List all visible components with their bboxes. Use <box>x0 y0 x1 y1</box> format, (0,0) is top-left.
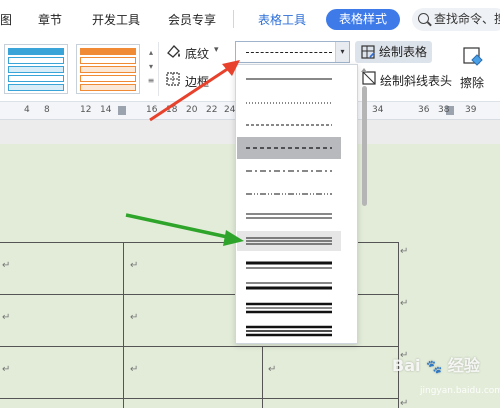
search-box[interactable]: 查找命令、搜 <box>412 8 500 31</box>
line-option-thin-thick[interactable] <box>238 277 340 295</box>
shading-icon <box>167 45 180 58</box>
line-option-dotted-fine[interactable] <box>238 94 340 112</box>
ruler-number: 34 <box>372 105 384 115</box>
border-button[interactable]: 边框 <box>185 73 209 90</box>
ruler-number: 12 <box>80 105 92 115</box>
line-style-options <box>238 70 340 340</box>
gallery-row <box>80 57 136 64</box>
ruler-number: 16 <box>146 105 158 115</box>
paragraph-mark: ↵ <box>130 312 139 323</box>
tab-partial[interactable]: 图 <box>0 11 12 28</box>
ribbon-separator <box>158 42 159 96</box>
scroll-thumb[interactable] <box>362 86 367 206</box>
table-border <box>262 346 263 408</box>
gallery-row <box>80 66 136 73</box>
table-style-orange[interactable] <box>76 44 140 94</box>
paragraph-mark: ↵ <box>2 364 11 375</box>
watermark-url: jingyan.baidu.com <box>420 386 500 396</box>
watermark-brand: Bai <box>392 356 421 375</box>
gallery-row <box>8 66 64 73</box>
paragraph-mark: ↵ <box>2 312 11 323</box>
search-icon <box>418 13 429 24</box>
line-option-triple-thick[interactable] <box>238 322 340 340</box>
line-style-dropdown <box>235 64 358 344</box>
gallery-row <box>8 75 64 82</box>
line-option-double[interactable] <box>238 207 340 225</box>
table-border <box>0 398 398 399</box>
menu-bar: 图 章节 开发工具 会员专享 表格工具 表格样式 查找命令、搜 <box>0 0 500 38</box>
tab-chapter[interactable]: 章节 <box>38 11 62 28</box>
scroll-up-icon[interactable] <box>361 68 367 72</box>
paragraph-mark: ↵ <box>130 260 139 271</box>
line-option-hitbox <box>238 256 340 274</box>
line-option-dashed-fine[interactable] <box>238 116 340 134</box>
tab-table-style[interactable]: 表格样式 <box>326 9 400 30</box>
gallery-row <box>8 57 64 64</box>
line-option-dash-dot[interactable] <box>238 162 340 180</box>
line-option-dash-dot-dot[interactable] <box>238 185 340 203</box>
paragraph-mark: ↵ <box>400 398 409 408</box>
menu-separator <box>233 10 234 28</box>
ruler-number: 38 <box>438 105 450 115</box>
draw-table-button[interactable]: 绘制表格 <box>355 41 432 63</box>
paragraph-mark: ↵ <box>400 246 409 257</box>
gallery-row <box>80 84 136 91</box>
shading-dropdown-arrow[interactable]: ▾ <box>214 45 219 55</box>
watermark: Bai 🐾 经验 <box>392 352 480 376</box>
line-option-thick-thin-thick[interactable] <box>238 299 340 317</box>
line-style-current <box>246 52 332 53</box>
ruler-number: 14 <box>100 105 112 115</box>
ruler-number: 20 <box>186 105 198 115</box>
ruler-number: 4 <box>24 105 30 115</box>
chevron-down-icon[interactable]: ▾ <box>335 42 349 62</box>
paragraph-mark: ↵ <box>268 364 277 375</box>
table-border <box>0 346 398 347</box>
gallery-row <box>8 84 64 91</box>
watermark-suffix: 经验 <box>447 356 480 375</box>
paragraph-mark: ↵ <box>400 298 409 309</box>
eraser-icon <box>463 47 483 66</box>
dropdown-scrollbar[interactable] <box>360 64 368 344</box>
line-style-select[interactable]: ▾ <box>235 41 350 63</box>
line-option-hitbox <box>238 207 340 225</box>
search-text: 查找命令、搜 <box>434 12 500 26</box>
ruler-number: 24 <box>224 105 236 115</box>
ruler-number: 36 <box>418 105 430 115</box>
table-style-blue[interactable] <box>4 44 68 94</box>
gallery-row <box>80 75 136 82</box>
line-option-hitbox <box>238 277 340 295</box>
table-border <box>123 242 124 408</box>
paragraph-mark: ↵ <box>130 364 139 375</box>
paw-icon: 🐾 <box>426 360 443 375</box>
gallery-scroll-control[interactable]: ▴ ▾ ≡ <box>146 46 156 92</box>
tab-member-exclusive[interactable]: 会员专享 <box>168 11 216 28</box>
ruler-column-marker[interactable] <box>118 106 126 115</box>
ruler-number: 8 <box>44 105 50 115</box>
ruler-number: 39 <box>465 105 477 115</box>
line-option-dashed-medium[interactable] <box>238 139 340 157</box>
table-border <box>398 242 399 408</box>
draw-table-label: 绘制表格 <box>379 45 428 59</box>
draw-table-icon <box>361 45 375 59</box>
ruler-number: 18 <box>166 105 178 115</box>
erase-button[interactable]: 擦除 <box>460 74 484 91</box>
border-icon <box>166 72 180 86</box>
line-option-triple-thin[interactable] <box>238 232 340 250</box>
paragraph-mark: ↵ <box>2 260 11 271</box>
ruler-number: 22 <box>206 105 218 115</box>
tab-table-tools[interactable]: 表格工具 <box>258 11 306 28</box>
draw-diagonal-button[interactable]: 绘制斜线表头 <box>380 72 452 89</box>
line-option-thick-thin[interactable] <box>238 256 340 274</box>
line-option-solid-thin[interactable] <box>238 70 340 88</box>
gallery-row <box>8 48 64 55</box>
gallery-row <box>80 48 136 55</box>
tab-developer-tools[interactable]: 开发工具 <box>92 11 140 28</box>
shading-button[interactable]: 底纹 <box>185 45 209 62</box>
